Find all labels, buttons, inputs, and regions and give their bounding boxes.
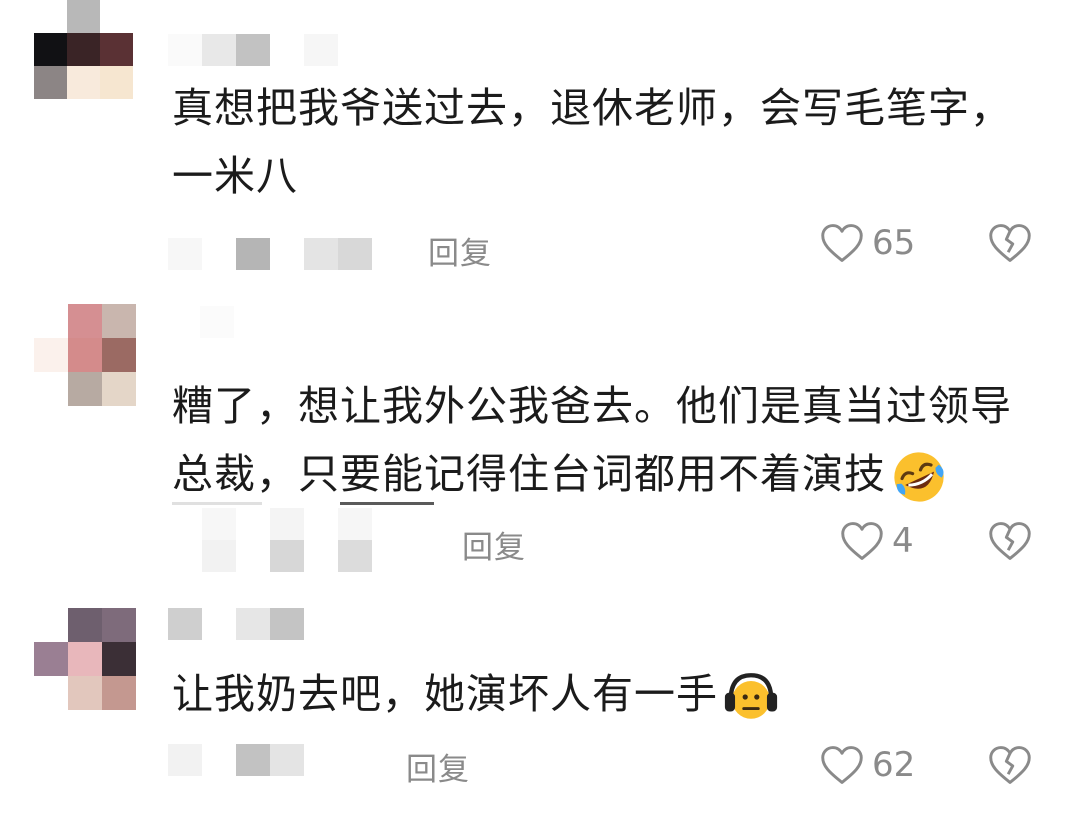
username-blurred[interactable] xyxy=(168,608,304,640)
heart-outline-icon xyxy=(821,746,863,784)
broken-heart-icon[interactable] xyxy=(988,744,1032,786)
like-button[interactable]: 62 xyxy=(820,744,915,786)
reply-button[interactable]: 回复 xyxy=(406,744,470,789)
avatar[interactable] xyxy=(34,608,136,710)
comment-text-segment: 让我奶去吧，她演坏人有一手 xyxy=(172,670,718,718)
like-count: 62 xyxy=(872,745,916,785)
comment-item-3: 让我奶去吧，她演坏人有一手 回复 62 xyxy=(0,0,1080,813)
headphones-face-emoji xyxy=(724,673,778,719)
comment-text: 让我奶去吧，她演坏人有一手 xyxy=(172,660,1032,728)
meta-info-blurred xyxy=(168,744,304,776)
comment-text-line: 让我奶去吧，她演坏人有一手 xyxy=(172,660,1032,728)
